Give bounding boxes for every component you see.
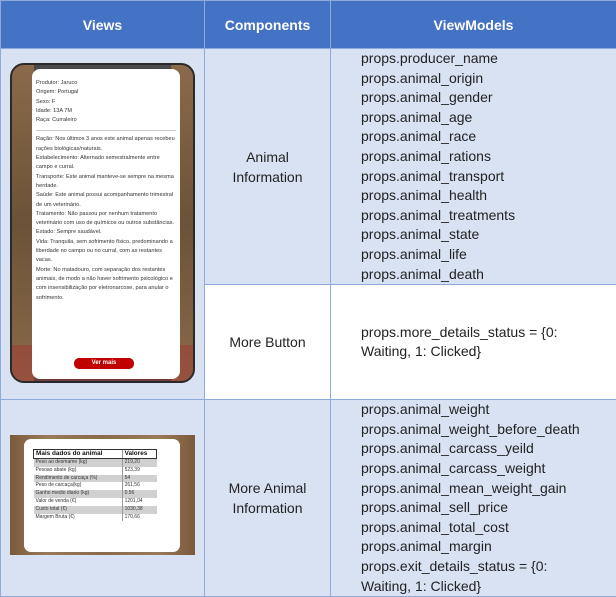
table-row: Valor de venda (€) 1201,04 [34,498,157,506]
more-animal-info-screenshot: Mais dados do animal Valores Peso ao des… [10,435,195,555]
detail-line: Estabelecimento: Alternado semestralment… [36,154,176,173]
viewmodel-prop: props.animal_weight [361,400,616,420]
table-header-cell: Mais dados do animal [34,450,123,459]
table-header-cell: Valores [122,450,156,459]
info-line: Sexo: F [36,98,176,107]
animal-info-screenshot: Produtor: Jaruco Origem: Portugal Sexo: … [10,63,195,383]
viewmodel-prop: props.producer_name [361,49,616,69]
info-line: Origem: Portugal [36,88,176,97]
component-animal-information: Animal Information [205,49,331,285]
divider [36,130,176,131]
detail-line: Saúde: Este animal possui acompanhamento… [36,191,176,210]
header-viewmodels: ViewModels [331,1,616,49]
viewmodel-prop: props.animal_gender [361,88,616,108]
header-components: Components [205,1,331,49]
viewmodel-prop: props.animal_transport [361,167,616,187]
detail-line: Tratamento: Não passou por nenhum tratam… [36,210,176,229]
info-line: Raça: Curraleiro [36,116,176,125]
table-header-row: Mais dados do animal Valores [34,450,157,459]
detail-line: Transporte: Este animal manteve-se sempr… [36,173,176,192]
viewmodel-prop: props.animal_life [361,245,616,265]
table-row: Peso de carcaça(kg) 261,56 [34,482,157,490]
detail-line: Estado: Sempre saudável. [36,228,176,237]
viewmodels-more-button: props.more_details_status = {0: Waiting,… [331,285,616,400]
detail-line: Ração: Nos últimos 3 anos este animal ap… [36,135,176,154]
viewmodel-prop: props.animal_rations [361,147,616,167]
detail-line: Vida: Tranquila, sem sofrimento físico, … [36,238,176,266]
viewmodel-prop: props.animal_margin [361,537,616,557]
table-row: Peso ao desmame (kg) 219,20 [34,459,157,467]
viewmodel-prop: props.animal_total_cost [361,518,616,538]
viewmodel-prop: props.animal_race [361,127,616,147]
info-line: Produtor: Jaruco [36,79,176,88]
viewmodel-prop: props.animal_carcass_weight [361,459,616,479]
animal-info-card: Produtor: Jaruco Origem: Portugal Sexo: … [32,69,180,379]
viewmodel-prop: props.exit_details_status = {0: Waiting,… [361,557,591,596]
viewmodel-prop: props.animal_age [361,108,616,128]
table-row: Margem Bruta (€) 170,66 [34,514,157,522]
viewmodel-prop: props.animal_state [361,225,616,245]
background-image-left [12,65,34,381]
viewmodel-prop: props.animal_health [361,186,616,206]
viewmodels-more-animal-information: props.animal_weight props.animal_weight_… [331,400,616,597]
viewmodel-prop: props.animal_origin [361,69,616,89]
more-info-card: Mais dados do animal Valores Peso ao des… [24,439,180,552]
component-more-animal-information: More Animal Information [205,400,331,597]
viewmodel-prop: props.more_details_status = {0: Waiting,… [361,323,591,362]
header-views: Views [1,1,205,49]
more-data-table: Mais dados do animal Valores Peso ao des… [33,449,157,521]
table-row: Ganho medio diario (kg) 0.56 [34,490,157,498]
detail-line: Morte: No matadouro, com separação dos r… [36,266,176,303]
ver-mais-button[interactable]: Ver mais [74,358,134,369]
table-row: Rendimento de carcaça (%) 54 [34,475,157,483]
viewmodel-prop: props.animal_treatments [361,206,616,226]
viewmodel-prop: props.animal_carcass_yeild [361,439,616,459]
table-row: Pesoao abate (kg) 523,39 [34,467,157,475]
table-row: Custo total (€) 1030,38 [34,506,157,514]
viewmodel-prop: props.animal_sell_price [361,498,616,518]
viewmodels-animal-information: props.producer_name props.animal_origin … [331,49,616,285]
viewmodel-prop: props.animal_weight_before_death [361,420,616,440]
viewmodel-prop: props.animal_mean_weight_gain [361,479,616,499]
info-line: Idade: 13A 7M [36,107,176,116]
viewmodel-prop: props.animal_death [361,265,616,285]
component-more-button: More Button [205,285,331,400]
